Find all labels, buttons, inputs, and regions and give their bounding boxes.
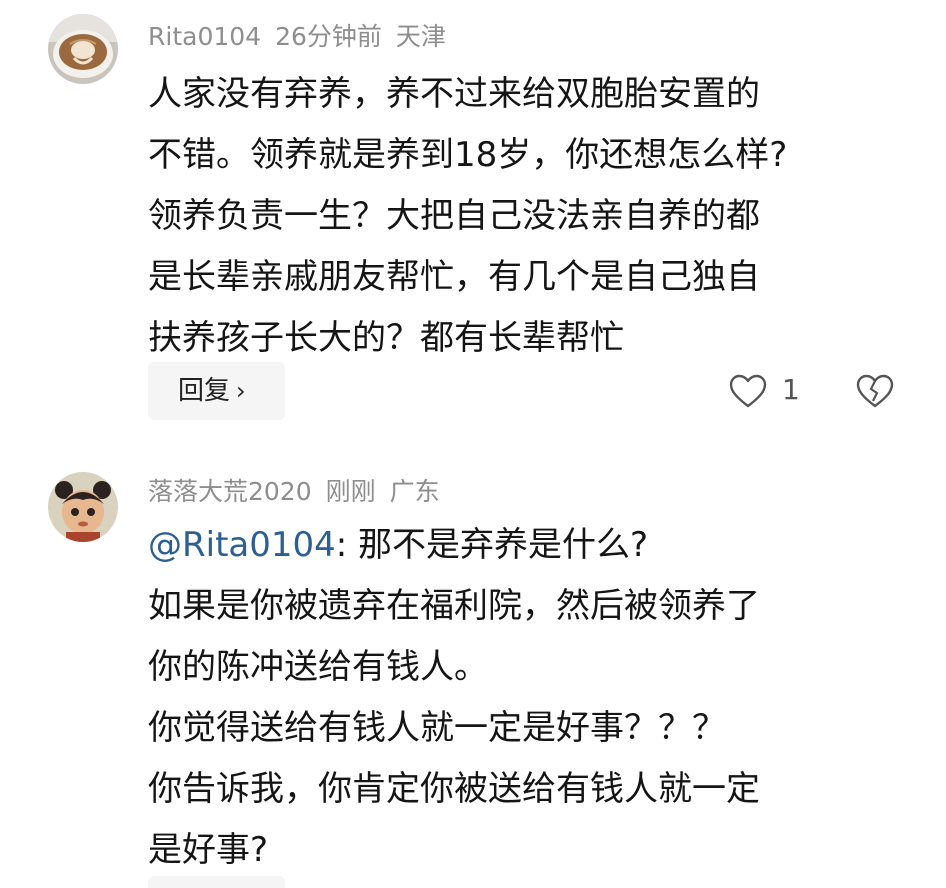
comment-meta: 落落大荒2020 刚刚 广东: [148, 471, 454, 513]
comment-line: 你告诉我，你肯定你被送给有钱人就一定: [148, 769, 760, 809]
comment-line: 你觉得送给有钱人就一定是好事？？？: [148, 708, 726, 748]
reply-button-partial[interactable]: [148, 876, 285, 888]
latte-art-avatar-icon: [48, 14, 118, 84]
comment-line: 你的陈冲送给有钱人。: [148, 647, 488, 687]
comment-line: 是好事?: [148, 830, 269, 870]
like-button[interactable]: [728, 372, 768, 412]
dislike-button[interactable]: [855, 372, 895, 412]
like-count: 1: [782, 373, 800, 406]
reply-button[interactable]: 回复 ›: [148, 362, 285, 420]
broken-heart-icon: [856, 374, 894, 408]
comment-line-text: : 那不是弃养是什么?: [335, 525, 649, 565]
chevron-right-icon: ›: [236, 377, 246, 405]
comment-location: 广东: [389, 477, 440, 506]
heart-icon: [729, 374, 767, 408]
comment-line: 扶养孩子长大的？都有长辈帮忙: [148, 318, 624, 358]
reply-label: 回复: [178, 376, 231, 406]
comment-time: 26分钟前: [275, 22, 382, 51]
comment-time: 刚刚: [325, 477, 376, 506]
comment-meta: Rita0104 26分钟前 天津: [148, 16, 460, 58]
mention-link[interactable]: @Rita0104: [148, 525, 336, 565]
cartoon-girl-avatar-icon: [48, 472, 118, 542]
comment-line: 如果是你被遗弃在福利院，然后被领养了: [148, 586, 760, 626]
comment-line: 领养负责一生？大把自己没法亲自养的都: [148, 196, 760, 236]
comment-line: @Rita0104: 那不是弃养是什么?: [148, 515, 918, 576]
username[interactable]: 落落大荒2020: [148, 477, 312, 506]
user-avatar[interactable]: [48, 472, 118, 542]
comment-line: 是长辈亲戚朋友帮忙，有几个是自己独自: [148, 257, 760, 297]
comment-text: 人家没有弃养，养不过来给双胞胎安置的 不错。领养就是养到18岁，你还想怎么样? …: [148, 64, 918, 369]
comment-location: 天津: [395, 22, 446, 51]
user-avatar[interactable]: [48, 14, 118, 84]
comment-line: 不错。领养就是养到18岁，你还想怎么样?: [148, 135, 788, 175]
comment-text: @Rita0104: 那不是弃养是什么? 如果是你被遗弃在福利院，然后被领养了 …: [148, 515, 918, 881]
username[interactable]: Rita0104: [148, 22, 261, 51]
comment-line: 人家没有弃养，养不过来给双胞胎安置的: [148, 74, 760, 114]
